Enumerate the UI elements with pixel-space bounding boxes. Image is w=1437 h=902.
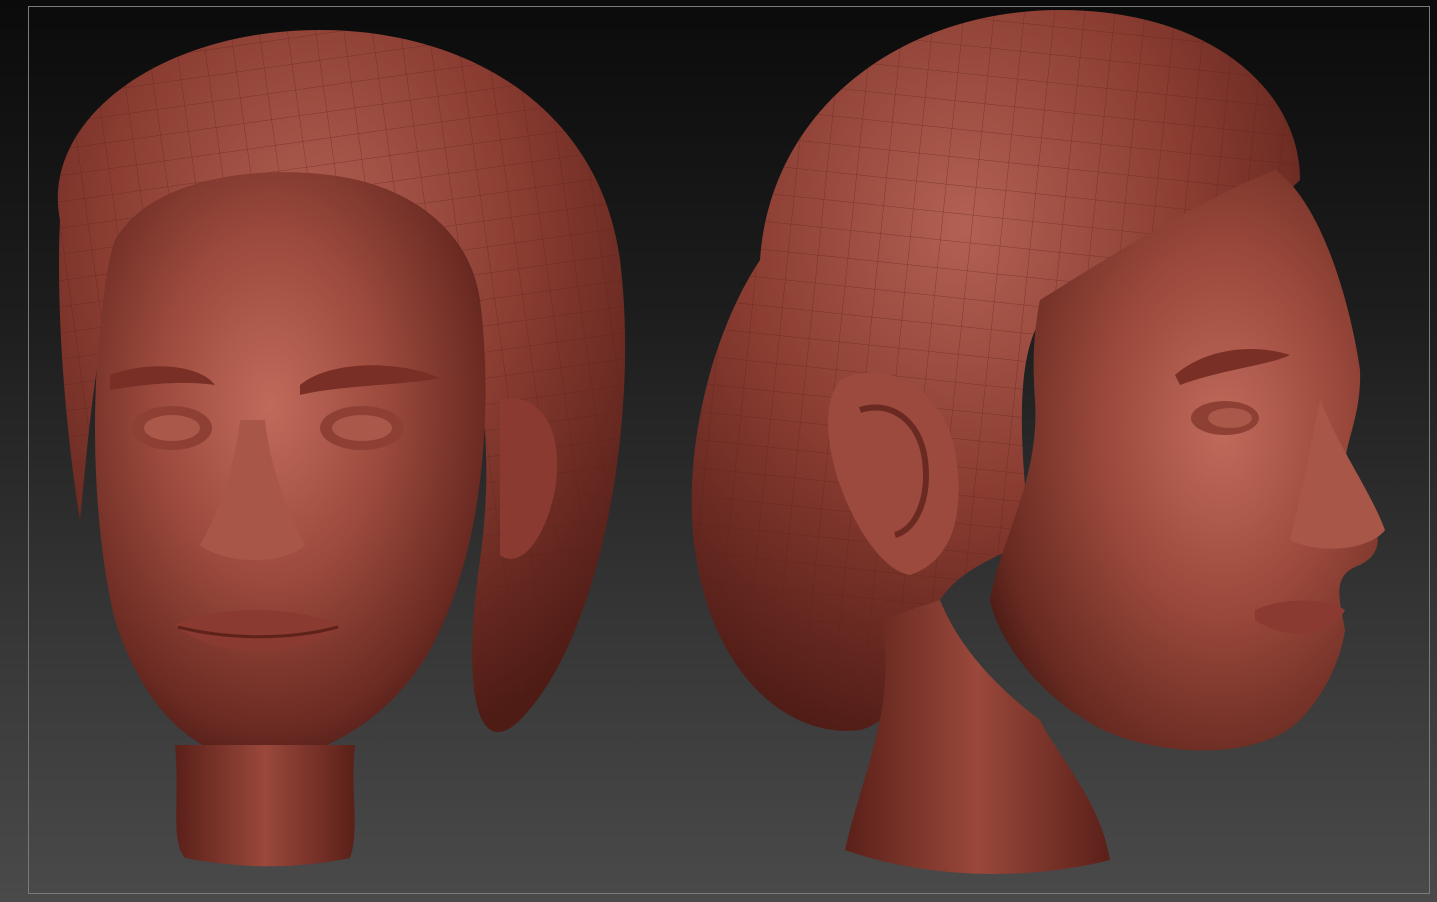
front-neck [175, 745, 355, 867]
sculpt-viewport[interactable] [0, 0, 1437, 902]
front-head-model[interactable] [57, 30, 626, 867]
front-face [95, 172, 486, 760]
profile-head-model[interactable] [691, 10, 1385, 874]
render-canvas [57, 10, 1385, 874]
